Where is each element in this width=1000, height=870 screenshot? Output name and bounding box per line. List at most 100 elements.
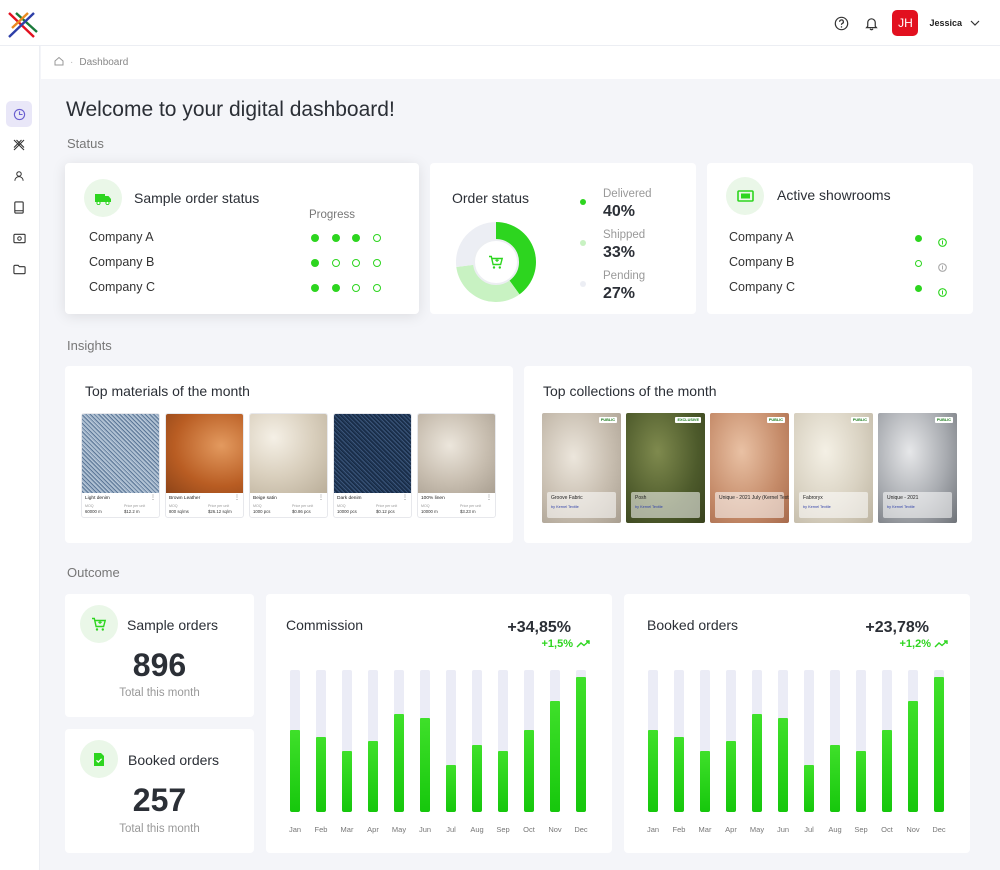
- folder-icon[interactable]: [6, 256, 32, 282]
- company-name: Company A: [89, 230, 154, 244]
- material-tile[interactable]: Beige satin ⋮ MOQ Price per unit 1000 pcs $0.…: [249, 413, 328, 518]
- more-icon[interactable]: ⋮: [150, 494, 156, 501]
- order-status-card: Order status Delivered 40% Shipped 33% P…: [430, 163, 696, 314]
- bar-feb[interactable]: [674, 737, 684, 812]
- help-icon[interactable]: [830, 12, 852, 34]
- more-icon[interactable]: ⋮: [402, 494, 408, 501]
- bar-may[interactable]: [752, 714, 762, 812]
- book-icon[interactable]: [6, 194, 32, 220]
- moq-label: MOQ: [85, 504, 94, 508]
- month-label: Aug: [828, 825, 842, 834]
- status-dot-active: [915, 285, 922, 292]
- material-tile[interactable]: Brown Leather ⋮ MOQ Price per unit 800 sq/ms…: [165, 413, 244, 518]
- month-label: Sep: [854, 825, 868, 834]
- bar-jan[interactable]: [648, 730, 658, 812]
- money-icon[interactable]: [937, 234, 948, 247]
- showroom-icon: [726, 177, 764, 215]
- materials-icon[interactable]: [6, 132, 32, 158]
- bar-apr[interactable]: [726, 741, 736, 812]
- month-label: Jul: [804, 825, 814, 834]
- bar-jan[interactable]: [290, 730, 300, 812]
- active-showrooms-card: Active showrooms Company A Company B Compa…: [707, 163, 973, 314]
- brand-logo[interactable]: [6, 10, 40, 40]
- bar-mar[interactable]: [700, 751, 710, 812]
- breadcrumb-current[interactable]: Dashboard: [79, 57, 128, 68]
- bar-oct[interactable]: [524, 730, 534, 812]
- collection-tile[interactable]: PUBLIC Unique - 2021 July (Kernel Textile…: [710, 413, 789, 523]
- truck-icon: [84, 179, 122, 217]
- user-name[interactable]: Jessica: [929, 18, 962, 28]
- more-icon[interactable]: ⋮: [234, 494, 240, 501]
- collection-name: Unique - 2021: [887, 495, 919, 501]
- progress-label: Progress: [309, 209, 356, 221]
- progress-dot-done: [331, 284, 340, 292]
- dashboard-icon[interactable]: [6, 101, 32, 127]
- bar-oct[interactable]: [882, 730, 892, 812]
- more-icon[interactable]: ⋮: [486, 494, 492, 501]
- bar-dec[interactable]: [576, 677, 586, 812]
- more-icon[interactable]: ⋮: [318, 494, 324, 501]
- bar-feb[interactable]: [316, 737, 326, 812]
- money-icon[interactable]: [937, 284, 948, 297]
- showroom-icon[interactable]: [6, 225, 32, 251]
- bell-icon[interactable]: [860, 12, 882, 34]
- bar-track: [830, 670, 840, 812]
- bar-sep[interactable]: [498, 751, 508, 812]
- bar-sep[interactable]: [856, 751, 866, 812]
- bar-jun[interactable]: [420, 718, 430, 812]
- top-materials-card: Top materials of the month Light denim ⋮ M…: [65, 366, 513, 543]
- material-name: Light denim: [85, 496, 110, 501]
- bar-jul[interactable]: [446, 765, 456, 812]
- material-tile[interactable]: Dark denim ⋮ MOQ Price per unit 10000 pcs $0.…: [333, 413, 412, 518]
- bar-mar[interactable]: [342, 751, 352, 812]
- avatar[interactable]: JH: [892, 10, 919, 36]
- bar-track: [498, 670, 508, 812]
- card-title: Sample order status: [134, 190, 260, 206]
- money-inactive-icon[interactable]: [937, 259, 948, 272]
- bar-nov[interactable]: [550, 701, 560, 812]
- chart-title: Booked orders: [647, 617, 739, 633]
- material-tile[interactable]: Light denim ⋮ MOQ Price per unit 60000 m $12.…: [81, 413, 160, 518]
- month-label: Jun: [418, 825, 432, 834]
- card-title: Booked orders: [128, 752, 220, 768]
- moq-value: 800 sq/ms: [169, 509, 189, 514]
- bar-aug[interactable]: [830, 745, 840, 812]
- bar-track: [882, 670, 892, 812]
- sample-orders-card: Sample orders 896 Total this month: [65, 594, 254, 717]
- document-check-icon: [80, 740, 118, 778]
- bar-track: [648, 670, 658, 812]
- collection-tile[interactable]: PUBLIC Fabroryx by Kernel Textile: [794, 413, 873, 523]
- month-label: Feb: [672, 825, 686, 834]
- section-insights-label: Insights: [67, 338, 112, 353]
- bar-aug[interactable]: [472, 745, 482, 812]
- booked-orders-value: 257: [132, 782, 187, 818]
- chart-title: Commission: [286, 617, 364, 633]
- user-icon[interactable]: [6, 163, 32, 189]
- home-icon[interactable]: [54, 56, 64, 69]
- material-tile[interactable]: 100% linen ⋮ MOQ Price per unit 10000 m $3.23…: [417, 413, 496, 518]
- chevron-down-icon[interactable]: [970, 20, 980, 27]
- price-value: $3.23 m: [460, 509, 476, 514]
- collection-tile[interactable]: EXCLUSIVE Posh by Kernel Textile: [626, 413, 705, 523]
- top-collections-card: Top collections of the month PUBLIC Groov…: [524, 366, 972, 543]
- company-name: Company C: [89, 280, 155, 294]
- bar-track: [778, 670, 788, 812]
- price-label: Price per unit: [460, 504, 482, 508]
- bar-may[interactable]: [394, 714, 404, 812]
- price-value: $0.86 pcs: [292, 509, 311, 514]
- collection-tile[interactable]: PUBLIC Unique - 2021 by Kernel Textile: [878, 413, 957, 523]
- collection-tile[interactable]: PUBLIC Groove Fabric by Kernel Textile: [542, 413, 621, 523]
- bar-track: [368, 670, 378, 812]
- collection-caption: Groove Fabric by Kernel Textile: [547, 492, 616, 518]
- bar-jul[interactable]: [804, 765, 814, 812]
- bar-dec[interactable]: [934, 677, 944, 812]
- card-title: Sample orders: [127, 617, 219, 633]
- section-outcome-label: Outcome: [67, 565, 120, 580]
- bar-apr[interactable]: [368, 741, 378, 812]
- price-value: $0.12 pcs: [376, 509, 395, 514]
- company-name: Company C: [729, 280, 795, 294]
- bar-nov[interactable]: [908, 701, 918, 812]
- material-swatch: [82, 414, 159, 493]
- bar-jun[interactable]: [778, 718, 788, 812]
- sample-orders-label: Total this month: [119, 687, 200, 699]
